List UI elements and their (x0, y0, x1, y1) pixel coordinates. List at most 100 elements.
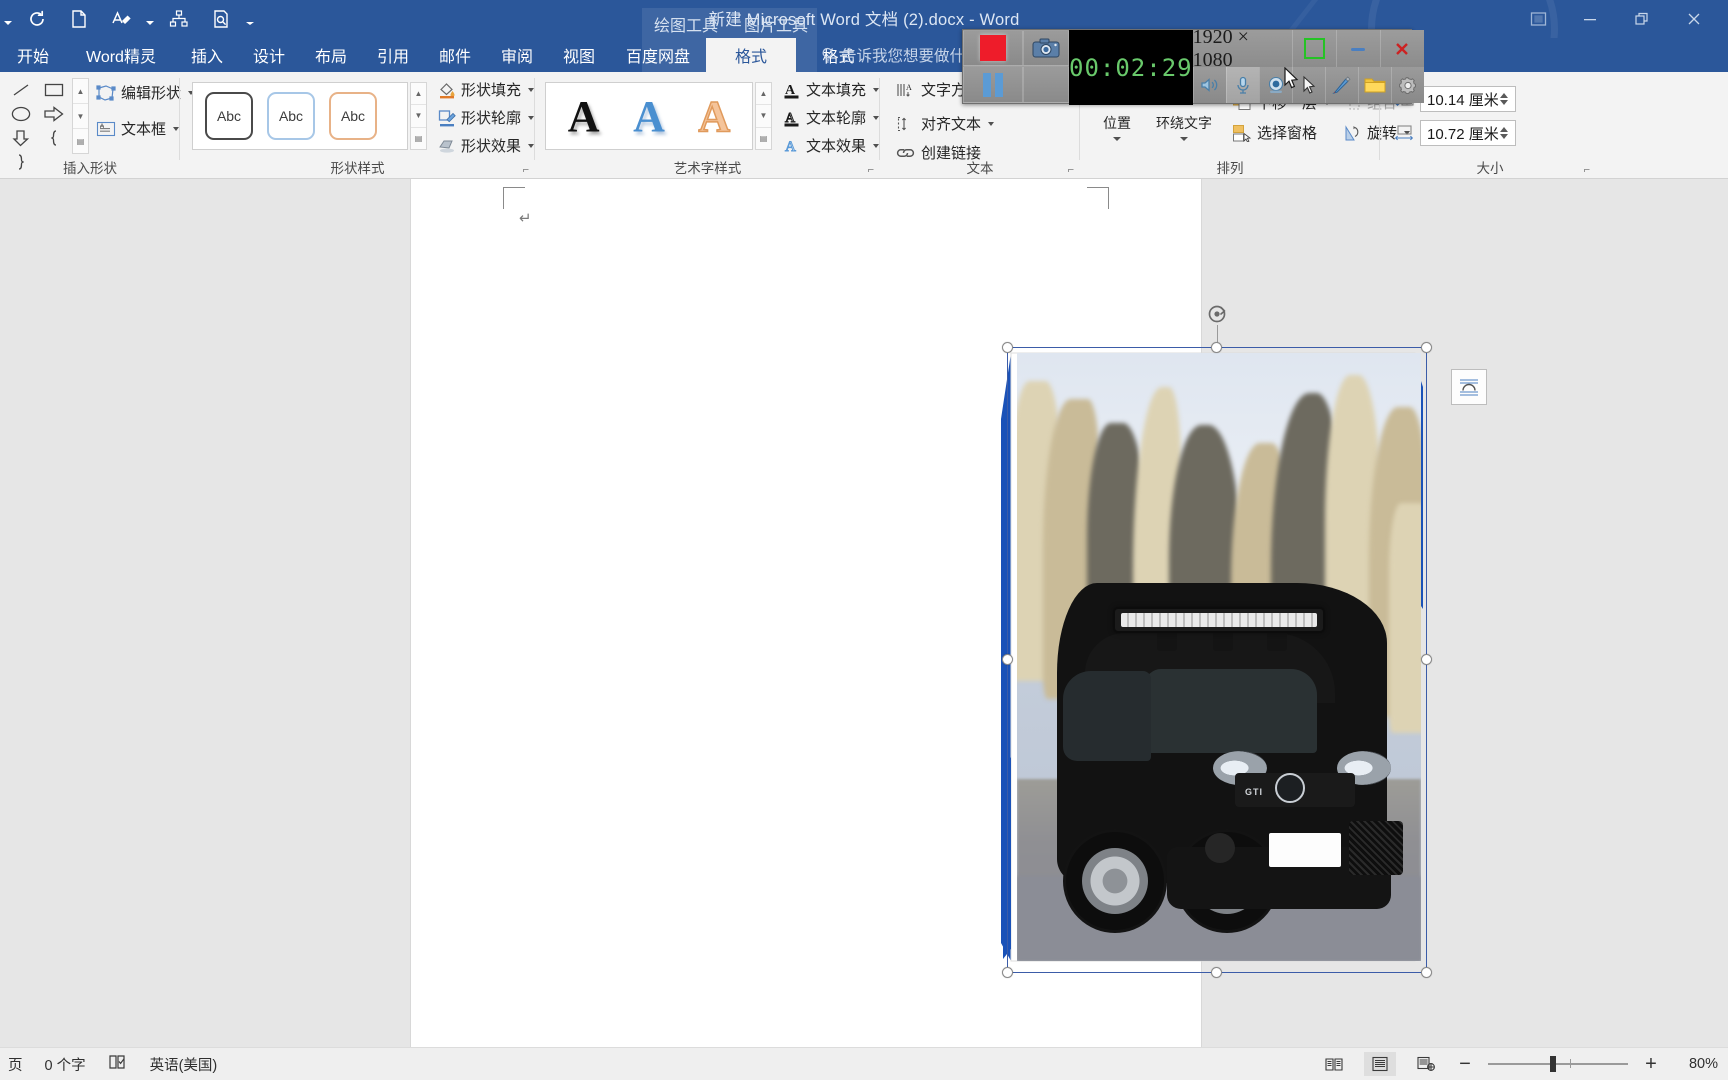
print-layout-icon[interactable] (1364, 1052, 1396, 1076)
recorder-capture-controls (1023, 30, 1069, 103)
wordart-gallery[interactable]: A A A (545, 82, 753, 150)
open-folder-button[interactable] (1357, 67, 1391, 103)
size-dialog-launcher[interactable]: ⌐ (1584, 164, 1590, 176)
text-outline-button[interactable]: A 文本轮廓 (783, 109, 880, 127)
gallery-scroll-up[interactable]: ▲ (411, 83, 426, 106)
layout-options-button[interactable] (1451, 369, 1487, 405)
zoom-slider-thumb[interactable] (1550, 1056, 1556, 1072)
recorder-close-button[interactable] (1379, 30, 1424, 67)
tab-drawing-format[interactable]: 格式 (706, 38, 796, 72)
chevron-down-icon[interactable] (1180, 137, 1188, 141)
stop-recording-button[interactable] (963, 30, 1023, 67)
shape-brace-left-icon[interactable] (41, 126, 67, 150)
resize-handle-bottom-right[interactable] (1421, 967, 1432, 978)
pause-recording-button[interactable] (963, 66, 1023, 103)
document-page[interactable]: ↵ GTI (411, 179, 1487, 1047)
shape-arrow-right-icon[interactable] (41, 102, 67, 126)
word-count[interactable]: 0 个字 (45, 1054, 86, 1075)
zoom-slider[interactable] (1488, 1056, 1628, 1072)
shape-effects-button[interactable]: 形状效果 (438, 137, 535, 155)
recorder-minimize-button[interactable] (1335, 30, 1380, 67)
screen-recorder-toolbar[interactable]: 00:02:29 1920 × 1080 (962, 26, 1424, 105)
gallery-expand[interactable]: ▤ (73, 129, 88, 153)
wordart-style-blue[interactable]: A (623, 89, 674, 143)
speaker-toggle[interactable] (1192, 67, 1226, 103)
shapes-gallery[interactable] (4, 78, 70, 170)
shape-width-stepper[interactable] (1500, 127, 1508, 139)
zoom-level[interactable]: 80% (1674, 1056, 1718, 1072)
chevron-down-icon[interactable] (988, 122, 995, 126)
tab-view[interactable]: 视图 (548, 38, 610, 72)
region-select-button[interactable] (1291, 30, 1336, 67)
gallery-scroll-down[interactable]: ▼ (411, 105, 426, 128)
shape-outline-label: 形状轮廓 (461, 109, 522, 127)
shapes-gallery-scroll[interactable]: ▲ ▼ ▤ (72, 78, 89, 154)
tab-review[interactable]: 审阅 (486, 38, 548, 72)
language-indicator[interactable]: 英语(美国) (150, 1054, 218, 1075)
shape-styles-scroll[interactable]: ▲ ▼ ▤ (410, 82, 427, 150)
tab-word-wizard[interactable]: Word精灵 (66, 38, 176, 72)
wordart-style-orange[interactable]: A (689, 89, 740, 143)
chevron-down-icon[interactable] (1113, 137, 1121, 141)
shape-ellipse-icon[interactable] (8, 102, 34, 126)
wordart-gallery-scroll[interactable]: ▲ ▼ ▤ (755, 82, 772, 150)
gallery-scroll-up[interactable]: ▲ (756, 83, 771, 106)
shape-arrow-down-icon[interactable] (8, 126, 34, 150)
resize-handle-middle-left[interactable] (1002, 654, 1013, 665)
tab-home[interactable]: 开始 (0, 38, 66, 72)
tab-baidu-netdisk[interactable]: 百度网盘 (610, 38, 706, 72)
gallery-scroll-down[interactable]: ▼ (756, 105, 771, 128)
screenshot-button[interactable] (1023, 30, 1069, 67)
shape-rectangle-icon[interactable] (41, 78, 67, 102)
resize-handle-bottom-center[interactable] (1211, 967, 1222, 978)
microphone-toggle[interactable] (1225, 67, 1259, 103)
wordart-style-black[interactable]: A (558, 89, 609, 143)
resize-handle-top-left[interactable] (1002, 342, 1013, 353)
tab-references[interactable]: 引用 (362, 38, 424, 72)
tab-design[interactable]: 设计 (238, 38, 300, 72)
shape-fill-button[interactable]: 形状填充 (438, 81, 535, 99)
gallery-expand[interactable]: ▤ (756, 128, 771, 149)
group-label-insert-shapes: 插入形状 (63, 161, 117, 176)
settings-button[interactable] (1390, 67, 1424, 103)
page-indicator[interactable]: 页 (8, 1054, 23, 1075)
recorder-extra-slot[interactable] (1023, 66, 1069, 103)
align-text-button[interactable]: 对齐文本 (896, 115, 995, 133)
shape-outline-button[interactable]: 形状轮廓 (438, 109, 535, 127)
document-canvas[interactable]: ↵ GTI (0, 179, 1728, 1047)
shape-style-blue[interactable]: Abc (267, 92, 315, 140)
pen-annotation-button[interactable] (1324, 67, 1358, 103)
text-fill-label: 文本填充 (806, 81, 867, 99)
text-fill-button[interactable]: A 文本填充 (783, 81, 880, 99)
shape-style-dark[interactable]: Abc (205, 92, 253, 140)
shape-styles-gallery[interactable]: Abc Abc Abc (192, 82, 408, 150)
resize-handle-bottom-left[interactable] (1002, 967, 1013, 978)
group-label-shape-styles: 形状样式 (330, 161, 385, 176)
selection-pane-button[interactable]: 选择窗格 (1232, 124, 1317, 142)
tab-layout[interactable]: 布局 (300, 38, 362, 72)
shape-style-orange[interactable]: Abc (329, 92, 377, 140)
tab-mailings[interactable]: 邮件 (424, 38, 486, 72)
gallery-scroll-down[interactable]: ▼ (73, 104, 88, 129)
text-dialog-launcher[interactable]: ⌐ (1068, 164, 1074, 176)
resize-handle-top-center[interactable] (1211, 342, 1222, 353)
zoom-in-button[interactable]: + (1642, 1053, 1660, 1076)
recorder-transport-controls (963, 30, 1023, 103)
selected-picture[interactable]: GTI (1001, 305, 1487, 978)
read-mode-icon[interactable] (1318, 1052, 1350, 1076)
text-box-button[interactable]: A 文本框 (96, 120, 180, 138)
shape-height-stepper[interactable] (1500, 93, 1508, 105)
resize-handle-top-right[interactable] (1421, 342, 1432, 353)
proofing-errors-icon[interactable] (108, 1054, 128, 1074)
text-effects-button[interactable]: A 文本效果 (783, 137, 880, 155)
gallery-scroll-up[interactable]: ▲ (73, 79, 88, 104)
zoom-out-button[interactable]: − (1456, 1053, 1474, 1076)
tab-insert[interactable]: 插入 (176, 38, 238, 72)
rotate-handle-icon[interactable] (1206, 303, 1228, 325)
wordart-dialog-launcher[interactable]: ⌐ (868, 164, 874, 176)
shape-line-icon[interactable] (8, 78, 34, 102)
web-layout-icon[interactable] (1410, 1052, 1442, 1076)
gallery-expand[interactable]: ▤ (411, 128, 426, 149)
resize-handle-middle-right[interactable] (1421, 654, 1432, 665)
shape-styles-dialog-launcher[interactable]: ⌐ (523, 164, 529, 176)
